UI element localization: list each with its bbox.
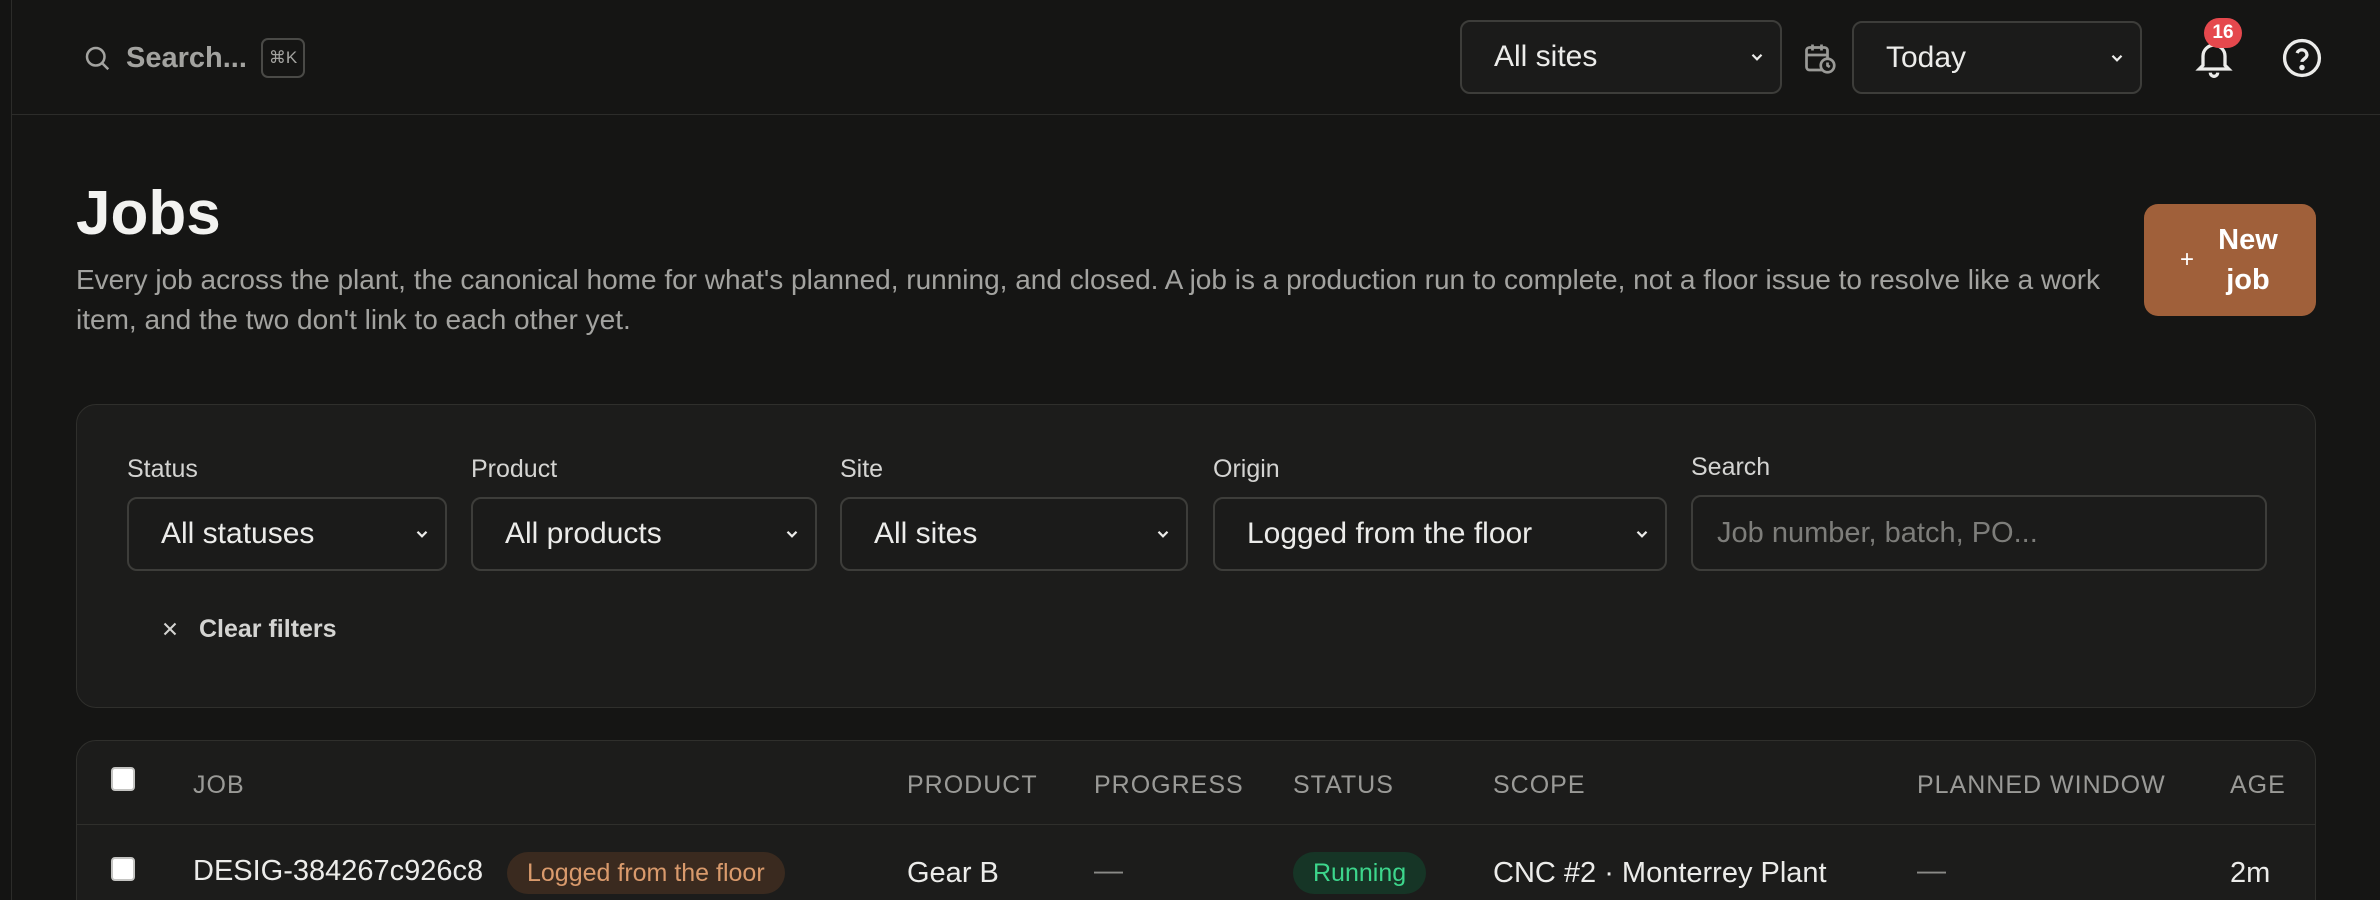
- search-label: Search...: [126, 41, 247, 74]
- chevron-down-icon: [416, 530, 428, 538]
- help-icon[interactable]: [2280, 36, 2324, 80]
- column-header-planned-window[interactable]: PLANNED WINDOW: [1917, 771, 2166, 800]
- date-range-select[interactable]: Today: [1852, 21, 2142, 94]
- new-job-button[interactable]: + New job: [2144, 204, 2316, 316]
- close-icon: [163, 622, 177, 636]
- site-filter-label: Site: [840, 455, 884, 483]
- job-search-input[interactable]: Job number, batch, PO...: [1691, 495, 2267, 571]
- chevron-down-icon: [1636, 530, 1648, 538]
- column-header-age[interactable]: AGE: [2230, 771, 2286, 800]
- clear-filters-label: Clear filters: [199, 614, 337, 643]
- date-range-value: Today: [1886, 40, 1967, 74]
- column-header-progress[interactable]: PROGRESS: [1094, 771, 1244, 800]
- product-filter-select[interactable]: All products: [471, 497, 817, 571]
- status-filter-label: Status: [127, 455, 198, 483]
- chevron-down-icon: [1157, 530, 1169, 538]
- product-filter-value: All products: [505, 517, 662, 550]
- left-rail: [0, 0, 12, 900]
- column-header-status[interactable]: STATUS: [1293, 771, 1394, 800]
- column-header-scope[interactable]: SCOPE: [1493, 771, 1586, 800]
- site-select[interactable]: All sites: [1460, 20, 1782, 94]
- scope-cell: CNC #2 · Monterrey Plant: [1493, 857, 1827, 889]
- top-bar: Search... ⌘K All sites Today 16: [12, 0, 2380, 115]
- row-checkbox[interactable]: [111, 857, 135, 881]
- planned-window-cell: —: [1917, 855, 1946, 887]
- product-cell: Gear B: [907, 857, 999, 889]
- plus-icon: +: [2179, 246, 2194, 273]
- origin-filter-select[interactable]: Logged from the floor: [1213, 497, 1667, 571]
- search-filter-label: Search: [1691, 453, 1771, 481]
- status-filter-value: All statuses: [161, 517, 315, 550]
- global-search-trigger[interactable]: Search... ⌘K: [82, 36, 306, 80]
- job-number[interactable]: DESIG-384267c926c8: [193, 855, 483, 888]
- notification-badge: 16: [2204, 18, 2242, 48]
- site-filter-select[interactable]: All sites: [840, 497, 1188, 571]
- clear-filters-button[interactable]: Clear filters: [159, 609, 337, 649]
- chevron-down-icon: [2111, 54, 2123, 62]
- keyboard-shortcut: ⌘K: [260, 38, 306, 78]
- product-filter-label: Product: [471, 455, 558, 483]
- chevron-down-icon: [786, 530, 798, 538]
- site-select-value: All sites: [1494, 40, 1598, 73]
- page-title: Jobs: [76, 179, 221, 248]
- column-header-job[interactable]: JOB: [193, 771, 245, 800]
- origin-filter-value: Logged from the floor: [1247, 517, 1533, 550]
- job-search-placeholder: Job number, batch, PO...: [1717, 516, 2038, 549]
- progress-cell: —: [1094, 855, 1123, 887]
- new-job-label: New job: [2218, 224, 2278, 296]
- page-description: Every job across the plant, the canonica…: [76, 264, 2101, 335]
- filter-panel: Status All statuses Product All products…: [76, 404, 2316, 708]
- age-cell: 2m: [2230, 857, 2271, 889]
- origin-filter-label: Origin: [1213, 455, 1280, 483]
- jobs-table: JOB PRODUCT PROGRESS STATUS SCOPE PLANNE…: [76, 740, 2316, 900]
- chevron-down-icon: [1751, 53, 1763, 61]
- status-filter-select[interactable]: All statuses: [127, 497, 447, 571]
- table-header: JOB PRODUCT PROGRESS STATUS SCOPE PLANNE…: [77, 741, 2315, 825]
- select-all-checkbox[interactable]: [111, 767, 135, 791]
- site-filter-value: All sites: [874, 517, 978, 550]
- calendar-clock-icon[interactable]: [1802, 40, 1838, 76]
- origin-badge: Logged from the floor: [507, 852, 785, 894]
- column-header-product[interactable]: PRODUCT: [907, 771, 1038, 800]
- status-badge: Running: [1293, 852, 1427, 894]
- search-icon: [85, 46, 110, 71]
